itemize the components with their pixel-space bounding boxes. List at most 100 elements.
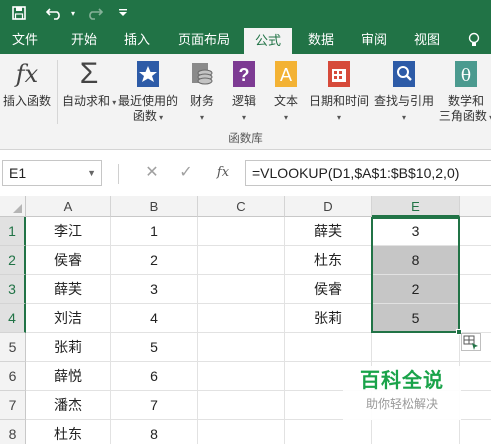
redo-icon[interactable] (82, 0, 106, 26)
cell-d5[interactable] (285, 333, 372, 362)
column-header-d[interactable]: D (285, 196, 372, 217)
cell-a7[interactable]: 潘杰 (26, 391, 111, 420)
math-trig-button[interactable]: θ 数学和 三角函数 ▾ (438, 58, 491, 125)
column-header-c[interactable]: C (198, 196, 285, 217)
cell-f2[interactable] (460, 246, 491, 275)
cell-d3[interactable]: 侯睿 (285, 275, 372, 304)
cell-c1[interactable] (198, 217, 285, 246)
date-time-button[interactable]: 日期和时间 ▾ (306, 58, 372, 125)
row-header-8[interactable]: 8 (0, 420, 26, 444)
tab-view[interactable]: 视图 (406, 26, 448, 54)
cell-f1[interactable] (460, 217, 491, 246)
cell-c5[interactable] (198, 333, 285, 362)
autosum-button[interactable]: Σ 自动求和 ▾ (62, 57, 116, 110)
title-bar: ▾ (0, 0, 491, 26)
cell-e3[interactable]: 2 (372, 275, 460, 304)
cell-c7[interactable] (198, 391, 285, 420)
cell-b4[interactable]: 4 (111, 304, 198, 333)
watermark: 百科全说 助你轻松解决 (343, 366, 461, 420)
cell-a2[interactable]: 侯睿 (26, 246, 111, 275)
cell-f8[interactable] (460, 420, 491, 444)
cell-a1[interactable]: 李江 (26, 217, 111, 246)
cell-f6[interactable] (460, 362, 491, 391)
cell-e4[interactable]: 5 (372, 304, 460, 333)
tab-formulas[interactable]: 公式 (244, 28, 292, 54)
cell-c2[interactable] (198, 246, 285, 275)
tab-review[interactable]: 审阅 (353, 26, 395, 54)
row-header-6[interactable]: 6 (0, 362, 26, 391)
tab-home[interactable]: 开始 (60, 26, 108, 54)
cell-a3[interactable]: 薛芙 (26, 275, 111, 304)
chevron-down-icon[interactable]: ▼ (87, 161, 96, 185)
cell-b2[interactable]: 2 (111, 246, 198, 275)
row-header-1[interactable]: 1 (0, 217, 26, 246)
text-button[interactable]: A 文本 ▾ (268, 58, 304, 125)
cell-d2[interactable]: 杜东 (285, 246, 372, 275)
lookup-reference-button[interactable]: 查找与引用 ▾ (372, 58, 436, 125)
lightbulb-icon[interactable] (460, 26, 488, 54)
row-header-2[interactable]: 2 (0, 246, 26, 275)
row-header-5[interactable]: 5 (0, 333, 26, 362)
question-book-icon: ? (229, 58, 259, 90)
cell-b3[interactable]: 3 (111, 275, 198, 304)
cell-e1[interactable]: 3 (372, 217, 460, 246)
cell-e8[interactable] (372, 420, 460, 444)
select-all-corner[interactable] (0, 196, 26, 217)
save-icon[interactable] (8, 0, 30, 26)
cell-f4[interactable] (460, 304, 491, 333)
formula-bar-separator (118, 164, 119, 184)
watermark-title: 百科全说 (360, 370, 444, 392)
cell-c3[interactable] (198, 275, 285, 304)
financial-button[interactable]: 财务 ▾ (184, 58, 220, 125)
sigma-icon: Σ (79, 57, 99, 90)
cell-b8[interactable]: 8 (111, 420, 198, 444)
undo-dropdown-icon[interactable]: ▾ (68, 0, 78, 26)
quick-analysis-icon[interactable] (461, 333, 481, 351)
logical-button[interactable]: ? 逻辑 ▾ (226, 58, 262, 125)
recently-used-button[interactable]: 最近使用的 函数 ▾ (116, 58, 180, 125)
cell-c6[interactable] (198, 362, 285, 391)
enter-icon[interactable]: ✓ (174, 160, 198, 186)
cell-b6[interactable]: 6 (111, 362, 198, 391)
tab-insert[interactable]: 插入 (116, 26, 158, 54)
cell-a5[interactable]: 张莉 (26, 333, 111, 362)
column-header-b[interactable]: B (111, 196, 198, 217)
insert-function-button[interactable]: fx 插入函数 (0, 58, 54, 109)
cancel-icon[interactable]: ✕ (140, 160, 164, 186)
tab-file[interactable]: 文件 (4, 26, 46, 54)
calendar-icon (324, 58, 354, 90)
theta-book-icon: θ (451, 58, 481, 90)
cell-b5[interactable]: 5 (111, 333, 198, 362)
column-header-e[interactable]: E (372, 196, 460, 217)
star-icon (133, 58, 163, 90)
magnifier-book-icon (389, 58, 419, 90)
insert-function-fx-icon[interactable]: fx (210, 160, 236, 186)
cell-d1[interactable]: 薛芙 (285, 217, 372, 246)
tab-page-layout[interactable]: 页面布局 (168, 26, 240, 54)
undo-icon[interactable] (42, 0, 68, 26)
row-header-7[interactable]: 7 (0, 391, 26, 420)
column-header-a[interactable]: A (26, 196, 111, 217)
row-header-3[interactable]: 3 (0, 275, 26, 304)
formula-input[interactable]: =VLOOKUP(D1,$A$1:$B$10,2,0) (245, 160, 491, 186)
insert-function-icon: fx (15, 60, 39, 88)
row-header-4[interactable]: 4 (0, 304, 26, 333)
watermark-subtitle: 助你轻松解决 (365, 397, 438, 411)
name-box[interactable]: E1 ▼ (2, 160, 102, 186)
cell-f7[interactable] (460, 391, 491, 420)
cell-e5[interactable] (372, 333, 460, 362)
customize-qat-icon[interactable] (117, 0, 129, 26)
cell-f3[interactable] (460, 275, 491, 304)
cell-a6[interactable]: 薛悦 (26, 362, 111, 391)
column-header-f[interactable] (460, 196, 491, 217)
cell-e2[interactable]: 8 (372, 246, 460, 275)
tab-data[interactable]: 数据 (300, 26, 342, 54)
cell-b1[interactable]: 1 (111, 217, 198, 246)
cell-c4[interactable] (198, 304, 285, 333)
cell-d4[interactable]: 张莉 (285, 304, 372, 333)
cell-d8[interactable] (285, 420, 372, 444)
cell-c8[interactable] (198, 420, 285, 444)
cell-a4[interactable]: 刘洁 (26, 304, 111, 333)
cell-b7[interactable]: 7 (111, 391, 198, 420)
cell-a8[interactable]: 杜东 (26, 420, 111, 444)
